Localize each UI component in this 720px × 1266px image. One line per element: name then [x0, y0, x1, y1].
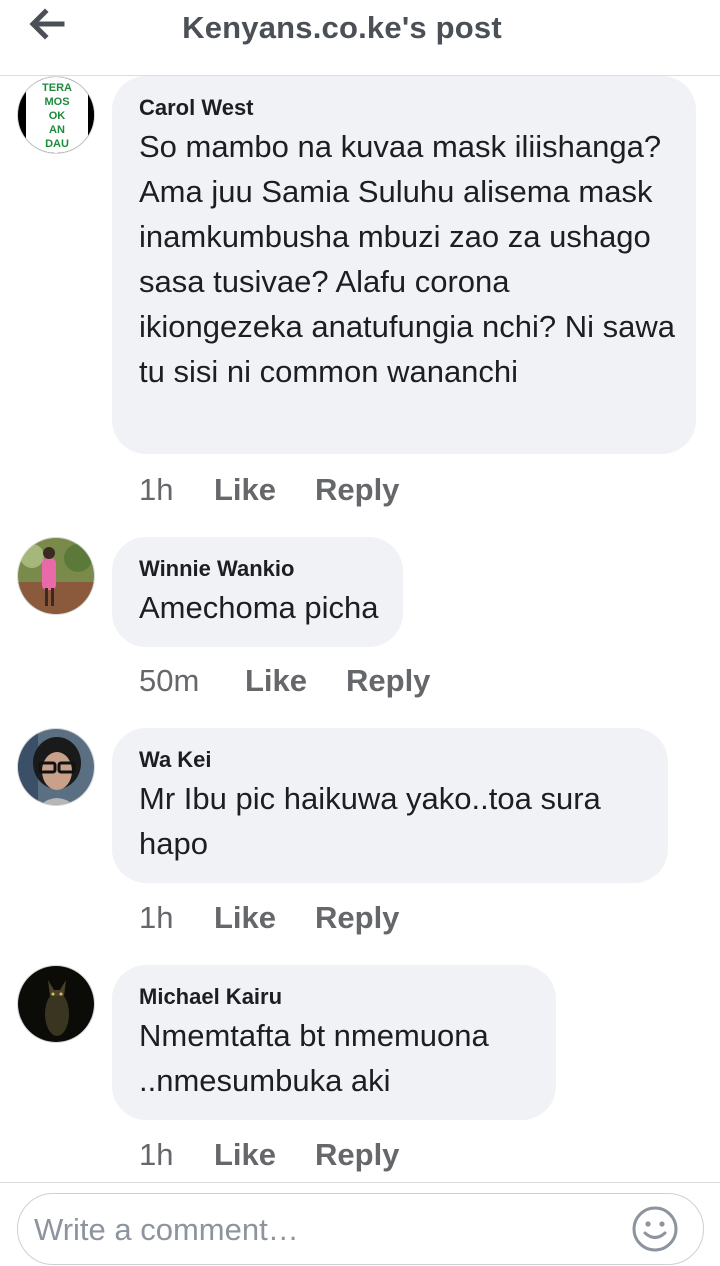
comment-time: 1h [139, 1137, 174, 1172]
avatar-text-line: MOS [44, 96, 69, 108]
comment-time: 1h [139, 900, 174, 935]
comment-text: Mr Ibu pic haikuwa yako..toa sura hapo [139, 781, 601, 861]
emoji-icon[interactable] [630, 1204, 680, 1254]
comment-author[interactable]: Carol West [139, 94, 678, 122]
avatar[interactable] [17, 965, 95, 1043]
page-title: Kenyans.co.ke's post [182, 10, 502, 45]
comment-bubble[interactable]: Michael Kairu Nmemtafta bt nmemuona ..nm… [112, 965, 556, 1120]
comment-bubble[interactable]: Wa Kei Mr Ibu pic haikuwa yako..toa sura… [112, 728, 668, 883]
like-button[interactable]: Like [245, 663, 346, 699]
comment-input[interactable] [34, 1208, 624, 1252]
reply-button[interactable]: Reply [346, 663, 430, 699]
comment-composer[interactable] [17, 1193, 704, 1265]
comment-text: So mambo na kuvaa mask iliishanga? Ama j… [139, 129, 675, 389]
comment-composer-bar [0, 1182, 720, 1266]
like-button[interactable]: Like [214, 472, 315, 508]
comment-text: Nmemtafta bt nmemuona ..nmesumbuka aki [139, 1018, 489, 1098]
avatar-text-line: TERA [42, 82, 72, 94]
comment-actions: 1h Like Reply [139, 472, 399, 508]
reply-button[interactable]: Reply [315, 472, 399, 508]
avatar-text-line: DAU [45, 138, 69, 150]
like-button[interactable]: Like [214, 1137, 315, 1173]
comment-text: Amechoma picha [139, 590, 379, 625]
comment-author[interactable]: Michael Kairu [139, 983, 532, 1011]
comment-actions: 1h Like Reply [139, 1137, 399, 1173]
comment-author[interactable]: Wa Kei [139, 746, 644, 774]
comment-time: 50m [139, 663, 200, 698]
avatar[interactable] [17, 537, 95, 615]
comment-author[interactable]: Winnie Wankio [139, 555, 379, 583]
comment-bubble[interactable]: Winnie Wankio Amechoma picha [112, 537, 403, 647]
top-bar: Kenyans.co.ke's post [0, 0, 720, 76]
avatar[interactable] [17, 728, 95, 806]
avatar[interactable]: TERA MOS OK AN DAU [17, 76, 95, 154]
comment-time: 1h [139, 472, 174, 507]
reply-button[interactable]: Reply [315, 1137, 399, 1173]
like-button[interactable]: Like [214, 900, 315, 936]
comment-actions: 50m Like Reply [139, 663, 430, 699]
avatar-text-line: AN [49, 124, 65, 136]
avatar-text-line: OK [49, 110, 66, 122]
comment-actions: 1h Like Reply [139, 900, 399, 936]
comment-bubble[interactable]: Carol West So mambo na kuvaa mask iliish… [112, 76, 696, 454]
reply-button[interactable]: Reply [315, 900, 399, 936]
